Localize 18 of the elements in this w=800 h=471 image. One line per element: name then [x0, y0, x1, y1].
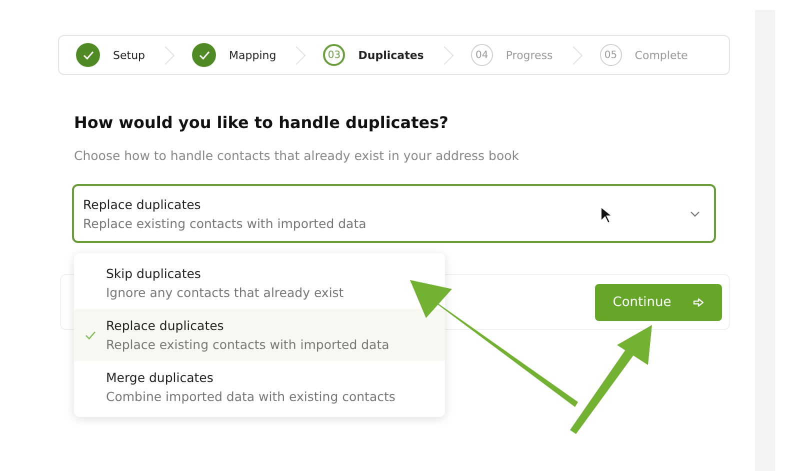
step-number: 05: [600, 44, 622, 66]
step-number: 04: [470, 44, 493, 66]
dropdown-option[interactable]: Replace duplicates Replace existing contacts with imported data: [74, 309, 445, 361]
step-number: 03: [323, 44, 346, 66]
step-label[interactable]: Mapping: [229, 48, 276, 62]
select-value-description: Replace existing contacts with imported data: [83, 216, 366, 230]
chevron-down-icon: [690, 210, 700, 216]
mouse-cursor-icon: [600, 206, 612, 224]
dropdown-option[interactable]: Merge duplicates Combine imported data with existing contacts: [74, 361, 445, 413]
dropdown-option[interactable]: Skip duplicates Ignore any contacts that already exist: [74, 257, 445, 309]
step-label[interactable]: Duplicates: [358, 48, 424, 62]
page-subtitle: Choose how to handle contacts that already exist in your address book: [74, 148, 520, 163]
duplicates-select[interactable]: Replace duplicates Replace existing contacts with imported data: [72, 184, 716, 243]
arrow-right-icon: [693, 298, 704, 306]
select-value-title: Replace duplicates: [83, 196, 202, 212]
page-heading: How would you like to handle duplicates?: [74, 113, 450, 132]
step-label[interactable]: Setup: [113, 48, 146, 62]
check-icon: [84, 330, 96, 340]
